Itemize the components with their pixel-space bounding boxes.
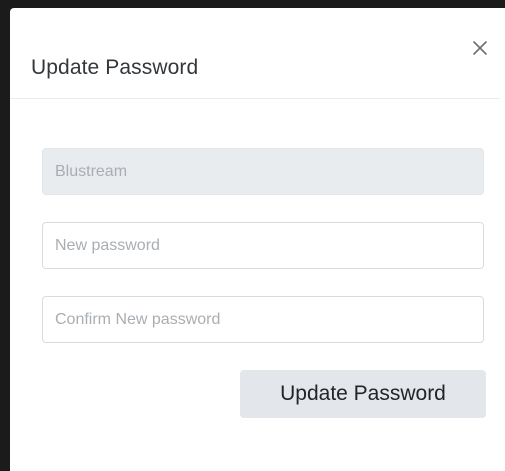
update-password-modal: Update Password Update Password (10, 8, 505, 471)
close-button[interactable] (468, 36, 492, 60)
username-field (42, 148, 484, 195)
confirm-password-field[interactable] (42, 296, 484, 343)
update-password-button[interactable]: Update Password (240, 370, 486, 418)
modal-header: Update Password (10, 8, 500, 99)
modal-title: Update Password (31, 56, 199, 79)
close-icon (473, 41, 487, 55)
new-password-field[interactable] (42, 222, 484, 269)
